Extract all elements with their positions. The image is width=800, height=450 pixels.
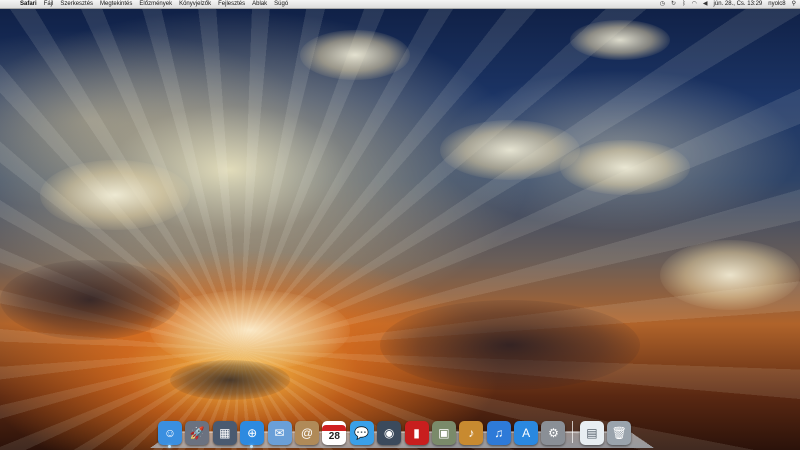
bluetooth-icon[interactable]: ᛒ xyxy=(682,0,686,9)
dock-item-system-preferences[interactable]: ⚙ xyxy=(540,417,566,445)
menu-user-name[interactable]: nyolc8 xyxy=(768,0,785,9)
dock-item-mission-control[interactable]: ▦ xyxy=(212,417,238,445)
wallpaper-cloud xyxy=(150,290,350,370)
trash-icon: 🗑 xyxy=(607,421,632,445)
wallpaper-dark-cloud xyxy=(170,360,290,400)
menu-file[interactable]: Fájl xyxy=(44,0,54,9)
photo-booth-icon: ▮ xyxy=(404,421,429,445)
wallpaper-cloud xyxy=(440,120,580,180)
menu-extras: ◷ ↻ ᛒ ◠ ◀ jún. 28., Cs. 13:29 nyolc8 ⚲ xyxy=(654,0,800,9)
wallpaper-dark-cloud xyxy=(380,300,640,390)
dock-item-mail[interactable]: ✉ xyxy=(267,417,293,445)
wallpaper-cloud xyxy=(570,20,670,60)
dock-item-finder[interactable]: ☺ xyxy=(157,417,183,448)
menu-clock[interactable]: jún. 28., Cs. 13:29 xyxy=(714,0,763,9)
wallpaper-cloud xyxy=(40,160,190,230)
dock-item-launchpad[interactable]: 🚀 xyxy=(184,417,210,445)
dock-item-iphoto[interactable]: ▣ xyxy=(431,417,457,445)
dock-item-photo-booth[interactable]: ▮ xyxy=(404,417,430,445)
garageband-icon: ♪ xyxy=(459,421,484,445)
finder-icon: ☺ xyxy=(158,421,182,445)
facetime-icon: ◉ xyxy=(377,421,402,445)
running-indicator xyxy=(168,445,171,448)
dock-item-facetime[interactable]: ◉ xyxy=(376,417,402,445)
safari-icon: ⊕ xyxy=(240,421,265,445)
calendar-icon: 28 xyxy=(322,421,347,445)
dock-item-safari[interactable]: ⊕ xyxy=(239,417,265,448)
spotlight-icon[interactable]: ⚲ xyxy=(792,0,796,9)
dock-item-itunes[interactable]: ♫ xyxy=(486,417,512,445)
dock-item-calendar[interactable]: 28 xyxy=(321,417,347,445)
wallpaper-dark-cloud xyxy=(0,260,180,340)
menu-edit[interactable]: Szerkesztés xyxy=(60,0,93,9)
dock-item-app-store[interactable]: A xyxy=(513,417,539,445)
calendar-day: 28 xyxy=(328,430,340,442)
wallpaper-cloud xyxy=(560,140,690,195)
mission-control-icon: ▦ xyxy=(212,421,237,445)
wallpaper-cloud xyxy=(660,240,800,310)
documents-icon: ▤ xyxy=(579,421,604,445)
dock-separator xyxy=(571,421,573,443)
menu-history[interactable]: Előzmények xyxy=(139,0,172,9)
dock-item-contacts[interactable]: @ xyxy=(294,417,320,445)
menu-help[interactable]: Súgó xyxy=(274,0,288,9)
dock: ☺ 🚀 ▦ ⊕ ✉ @28 💬 ◉ ▮ ▣ ♪ ♫ A ⚙ ▤ 🗑 xyxy=(157,413,634,448)
itunes-icon: ♫ xyxy=(486,421,511,445)
system-preferences-icon: ⚙ xyxy=(541,421,566,445)
dock-item-trash[interactable]: 🗑 xyxy=(606,417,632,445)
messages-icon: 💬 xyxy=(349,421,374,445)
mail-icon: ✉ xyxy=(267,421,292,445)
menu-bookmarks[interactable]: Könyvjelzők xyxy=(179,0,211,9)
time-machine-icon[interactable]: ◷ xyxy=(660,0,665,9)
wallpaper-cloud xyxy=(300,30,410,80)
wifi-icon[interactable]: ◠ xyxy=(692,0,697,9)
sync-icon[interactable]: ↻ xyxy=(671,0,676,9)
volume-icon[interactable]: ◀ xyxy=(703,0,708,9)
menu-view[interactable]: Megtekintés xyxy=(100,0,132,9)
contacts-icon: @ xyxy=(294,421,319,445)
dock-item-messages[interactable]: 💬 xyxy=(349,417,375,445)
menu-app-name[interactable]: Safari xyxy=(20,0,37,9)
dock-item-documents[interactable]: ▤ xyxy=(579,417,605,445)
menu-bar: Safari Fájl Szerkesztés Megtekintés Előz… xyxy=(0,0,800,9)
app-store-icon: A xyxy=(514,421,539,445)
iphoto-icon: ▣ xyxy=(431,421,456,445)
launchpad-icon: 🚀 xyxy=(185,421,210,445)
menu-develop[interactable]: Fejlesztés xyxy=(218,0,245,9)
dock-item-garageband[interactable]: ♪ xyxy=(458,417,484,445)
menu-window[interactable]: Ablak xyxy=(252,0,267,9)
